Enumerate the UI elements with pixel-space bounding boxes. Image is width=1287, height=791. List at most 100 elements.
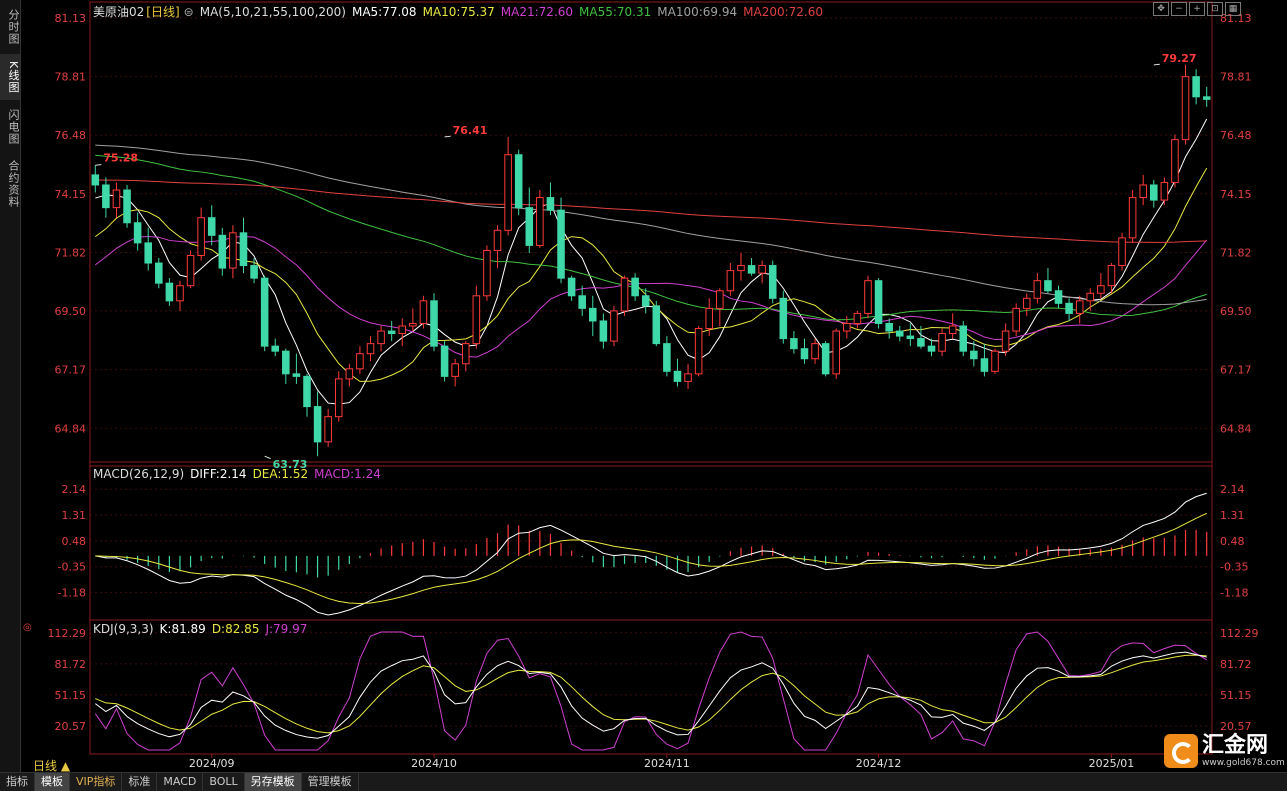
zoom-in-icon[interactable]: +: [1189, 2, 1205, 16]
candle-body: [906, 335, 915, 340]
price-tick-left: 76.48: [55, 129, 87, 142]
d-line: [95, 654, 1207, 734]
candle-body: [1012, 307, 1020, 332]
price-tick-right: 64.84: [1220, 422, 1252, 435]
settings-icon[interactable]: ⊜: [184, 5, 194, 19]
move-icon[interactable]: ✥: [1153, 2, 1169, 16]
ma200-line: [95, 179, 1207, 243]
candle-body: [536, 197, 544, 246]
logo-text: 汇金网: [1202, 733, 1269, 758]
bottom-tab-0[interactable]: 指标: [0, 773, 35, 791]
candle-body: [948, 325, 957, 335]
candle-body: [292, 373, 301, 377]
ma5-line: [95, 118, 1208, 405]
bottom-tab-6[interactable]: 另存模板: [244, 773, 302, 791]
prev-high-marker-pointer: [444, 135, 451, 138]
kdj-tick-left: 81.72: [55, 658, 87, 671]
bottom-tab-1[interactable]: 模板: [35, 773, 70, 791]
candle-body: [1181, 76, 1190, 141]
candle-body: [186, 254, 195, 287]
kline-chart[interactable]: 81.13 81.1378.81 78.8176.48 76.4874.15 74.15…: [0, 0, 1287, 772]
candle-body: [112, 189, 121, 209]
zoom-fit-icon[interactable]: ⊡: [1207, 2, 1223, 16]
candle-body: [324, 416, 332, 443]
kdj-tick-right: 20.57: [1220, 720, 1252, 733]
candle-body: [1118, 237, 1126, 267]
candle-body: [356, 353, 364, 370]
candle-body: [927, 345, 936, 352]
candle-body: [800, 348, 809, 360]
ma-value-1: MA10:75.37: [422, 5, 495, 19]
zoom-out-icon[interactable]: −: [1171, 2, 1187, 16]
price-tick-left: 64.84: [55, 422, 87, 435]
candle-body: [239, 232, 248, 267]
ma-value-5: MA200:72.60: [743, 5, 824, 19]
symbol-name: 美原油02: [93, 5, 145, 19]
candle-body: [303, 375, 311, 408]
candle-body: [271, 345, 280, 352]
candle-body: [472, 295, 481, 345]
candle-body: [1192, 76, 1200, 98]
candle-body: [1171, 139, 1179, 183]
price-tick-right: 74.15: [1220, 188, 1252, 201]
candle-body: [578, 295, 586, 309]
candle-body: [144, 242, 152, 264]
macd-tick-left: 0.48: [62, 535, 87, 548]
kdj-value-2: D:82.85: [211, 622, 260, 636]
candle-body: [1086, 292, 1095, 302]
candle-body: [546, 197, 555, 211]
kdj-tick-left: 20.57: [55, 720, 87, 733]
candle-body: [1107, 265, 1116, 287]
candle-body: [758, 265, 766, 274]
bottom-tab-7[interactable]: 管理模板: [302, 773, 359, 791]
candle-body: [1001, 330, 1010, 352]
bottom-tab-4[interactable]: MACD: [157, 773, 204, 791]
kdj-tick-left: 112.29: [48, 627, 87, 640]
kdj-value-1: K:81.89: [159, 622, 206, 636]
candle-body: [282, 350, 290, 375]
macd-tick-left: -1.18: [58, 587, 86, 600]
candle-body: [260, 277, 269, 347]
candle-body: [864, 280, 872, 314]
candle-body: [440, 345, 449, 377]
candle-body: [917, 338, 925, 347]
macd-tick-left: -0.35: [58, 561, 86, 574]
candle-body: [525, 207, 534, 246]
candle-body: [895, 330, 904, 337]
candle-body: [430, 300, 438, 347]
candle-body: [1065, 302, 1073, 314]
kdj-value-3: J:79.97: [265, 622, 308, 636]
price-tick-right: 67.17: [1220, 364, 1252, 377]
candle-body: [398, 325, 407, 335]
chart-icon[interactable]: ▦: [1225, 2, 1241, 16]
macd-header: MACD(26,12,9) DIFF:2.14 DEA:1.52 MACD:1.24: [93, 467, 387, 481]
price-tick-left: 71.82: [55, 246, 87, 259]
candle-body: [726, 270, 735, 292]
diff-line: [95, 492, 1207, 616]
ma-values: MA5:77.08 MA10:75.37 MA21:72.60 MA55:70.31 M…: [352, 5, 829, 19]
ma10-line: [94, 167, 1208, 382]
bottom-tab-3[interactable]: 标准: [122, 773, 158, 791]
target-icon[interactable]: ◎: [23, 622, 32, 633]
candle-body: [133, 222, 142, 244]
date-label: 2025/01: [1089, 757, 1135, 770]
candle-body: [790, 338, 798, 350]
kdj-value-0: KDJ(9,3,3): [93, 622, 154, 636]
macd-tick-left: 1.31: [62, 509, 87, 522]
bottom-tab-5[interactable]: BOLL: [203, 773, 245, 791]
logo-url: www.gold678.com: [1202, 758, 1285, 768]
ma-value-4: MA100:69.94: [657, 5, 738, 19]
candle-body: [102, 184, 110, 209]
candle-body: [652, 305, 661, 345]
logo-icon: [1164, 734, 1198, 768]
candle-body: [483, 249, 491, 297]
chart-toolbar: ✥ − + ⊡ ▦: [1153, 2, 1241, 16]
macd-tick-right: -1.18: [1220, 587, 1248, 600]
candle-body: [631, 277, 639, 297]
candle-body: [874, 280, 883, 324]
bottom-tab-2[interactable]: VIP指标: [70, 773, 123, 791]
date-label: 2024/11: [644, 757, 690, 770]
prev-high-marker: 76.41: [453, 124, 488, 137]
kdj-tick-right: 51.15: [1220, 689, 1252, 702]
candle-body: [1139, 184, 1147, 199]
